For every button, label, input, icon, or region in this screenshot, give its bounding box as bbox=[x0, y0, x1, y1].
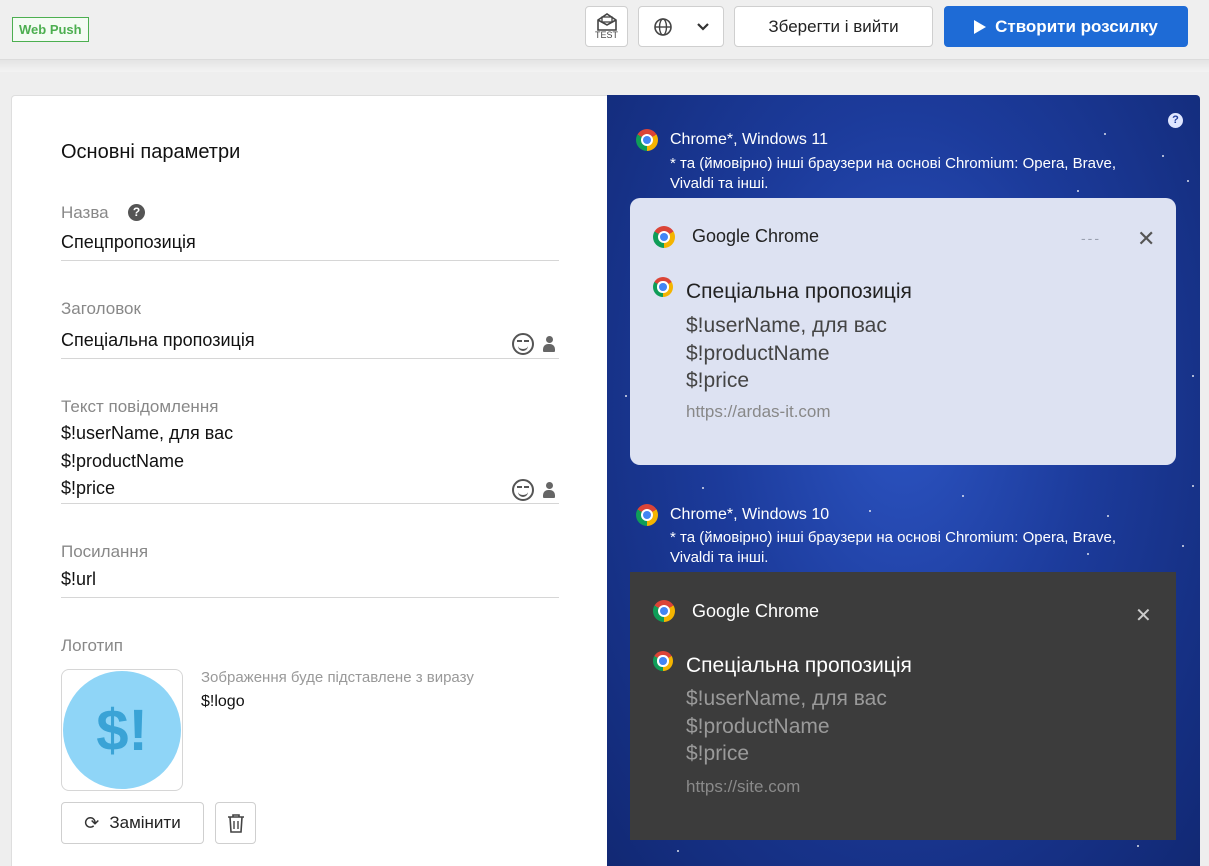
chrome-icon bbox=[653, 651, 673, 671]
card-body-line: $!productName bbox=[686, 714, 830, 738]
star-decoration bbox=[1182, 545, 1184, 547]
card-app-name: Google Chrome bbox=[692, 601, 820, 621]
logo-image: $! bbox=[63, 671, 181, 789]
logo-preview: $! bbox=[61, 669, 183, 791]
os-title-win11: Chrome*, Windows 11 bbox=[670, 131, 828, 148]
emoji-icon[interactable] bbox=[512, 333, 534, 355]
emoji-icon[interactable] bbox=[512, 479, 534, 501]
card-body-line: $!userName, для вас bbox=[686, 687, 887, 710]
close-icon: ✕ bbox=[1137, 226, 1156, 251]
language-select[interactable] bbox=[638, 6, 724, 47]
chevron-down-icon bbox=[697, 22, 709, 31]
create-campaign-button[interactable]: Створити розсилку bbox=[944, 6, 1188, 47]
title-input[interactable]: Спеціальна пропозиція bbox=[61, 330, 255, 351]
card-url: https://ardas-it.com bbox=[686, 402, 831, 421]
create-campaign-label: Створити розсилку bbox=[995, 16, 1158, 36]
section-title: Основні параметри bbox=[61, 141, 241, 163]
refresh-icon: ⟳ bbox=[84, 812, 100, 833]
star-decoration bbox=[1187, 180, 1189, 182]
help-icon[interactable]: ? bbox=[128, 204, 145, 221]
more-options-icon: --- bbox=[1081, 230, 1101, 246]
globe-icon bbox=[654, 17, 672, 36]
top-bar: Web Push TEST Зберегти і вийти Створити … bbox=[0, 0, 1209, 60]
star-decoration bbox=[1192, 375, 1194, 377]
os-title-win10: Chrome*, Windows 10 bbox=[670, 506, 830, 523]
delete-logo-button[interactable] bbox=[215, 802, 256, 844]
card-app-name: Google Chrome bbox=[692, 226, 820, 246]
link-label: Посилання bbox=[61, 542, 149, 561]
user-variable-icon[interactable] bbox=[543, 482, 555, 499]
name-label: Назва bbox=[61, 203, 109, 222]
close-icon: ✕ bbox=[1135, 605, 1152, 627]
user-variable-icon[interactable] bbox=[543, 336, 555, 353]
card-title: Спеціальна пропозиція bbox=[686, 280, 912, 303]
logo-label: Логотип bbox=[61, 636, 124, 655]
name-input[interactable]: Спецпропозиція bbox=[61, 232, 196, 253]
notification-card-win11: Google Chrome --- ✕ Спеціальна пропозиці… bbox=[630, 198, 1176, 465]
star-decoration bbox=[625, 395, 627, 397]
message-line-3[interactable]: $!price bbox=[61, 478, 115, 499]
chrome-icon bbox=[636, 504, 658, 526]
trash-icon bbox=[227, 814, 244, 833]
card-body: $!userName, для вас $!productName $!pric… bbox=[686, 312, 887, 395]
chrome-icon bbox=[636, 129, 658, 151]
replace-logo-button[interactable]: ⟳ Замінити bbox=[61, 802, 204, 844]
card-body-line: $!price bbox=[686, 742, 750, 765]
card-body: $!userName, для вас $!productName $!pric… bbox=[686, 685, 887, 768]
message-underline bbox=[61, 503, 559, 504]
name-underline bbox=[61, 260, 559, 261]
test-label: TEST bbox=[594, 30, 618, 40]
test-send-button[interactable]: TEST bbox=[585, 6, 628, 47]
star-decoration bbox=[1107, 515, 1109, 517]
star-decoration bbox=[869, 510, 871, 512]
link-input[interactable]: $!url bbox=[61, 569, 96, 590]
star-decoration bbox=[677, 850, 679, 852]
star-decoration bbox=[1192, 485, 1194, 487]
replace-label: Замінити bbox=[109, 813, 181, 832]
os-note-win10: * та (ймовірно) інші браузери на основі … bbox=[670, 529, 1116, 566]
settings-panel: Основні параметри Назва ? Спецпропозиція… bbox=[11, 95, 607, 866]
os-note-win11: * та (ймовірно) інші браузери на основі … bbox=[670, 155, 1116, 192]
star-decoration bbox=[1137, 845, 1139, 847]
card-title: Спеціальна пропозиція bbox=[686, 654, 912, 677]
logo-expression: $!logo bbox=[201, 693, 245, 710]
notification-card-win10: Google Chrome ✕ Спеціальна пропозиція $!… bbox=[630, 572, 1176, 840]
card-body-line: $!userName, для вас bbox=[686, 314, 887, 337]
save-and-exit-button[interactable]: Зберегти і вийти bbox=[734, 6, 933, 47]
star-decoration bbox=[1162, 155, 1164, 157]
message-line-1[interactable]: $!userName, для вас bbox=[61, 423, 233, 444]
message-label: Текст повідомлення bbox=[61, 397, 219, 416]
chrome-icon bbox=[653, 277, 673, 297]
card-body-line: $!productName bbox=[686, 341, 830, 365]
title-label: Заголовок bbox=[61, 299, 141, 318]
notification-preview-panel: ? Chrome*, Windows 11 * та (ймовірно) ін… bbox=[607, 95, 1200, 866]
chrome-icon bbox=[653, 600, 675, 622]
logo-note: Зображення буде підставлене з виразу bbox=[201, 669, 474, 686]
star-decoration bbox=[702, 487, 704, 489]
help-icon[interactable]: ? bbox=[1168, 113, 1183, 128]
chrome-icon bbox=[653, 226, 675, 248]
card-body-line: $!price bbox=[686, 369, 750, 392]
title-underline bbox=[61, 358, 559, 359]
play-icon bbox=[974, 19, 987, 34]
message-line-2[interactable]: $!productName bbox=[61, 451, 184, 472]
top-bar-divider bbox=[0, 60, 1209, 72]
star-decoration bbox=[962, 495, 964, 497]
channel-badge: Web Push bbox=[12, 17, 89, 42]
card-url: https://site.com bbox=[686, 777, 801, 796]
link-underline bbox=[61, 597, 559, 598]
star-decoration bbox=[1104, 133, 1106, 135]
test-email-icon bbox=[596, 13, 617, 31]
